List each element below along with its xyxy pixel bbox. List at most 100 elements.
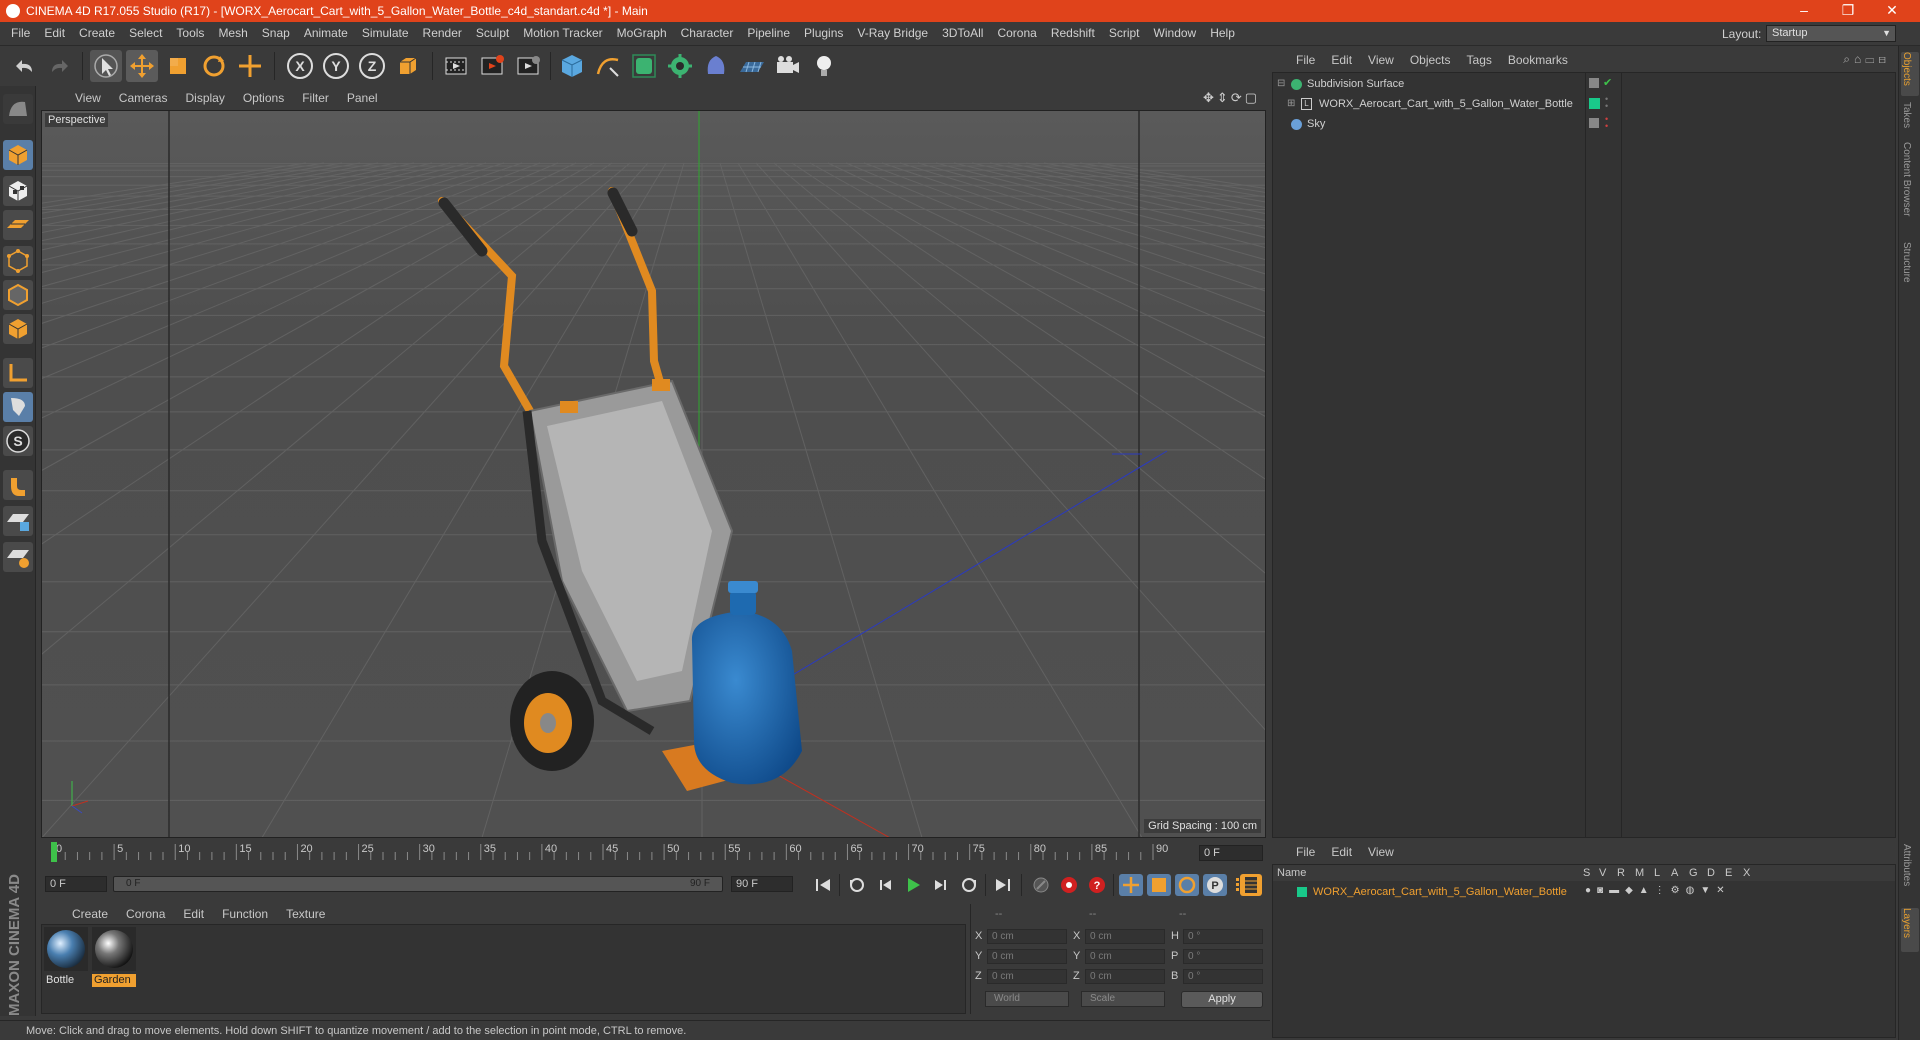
render-view-button[interactable] (440, 50, 472, 82)
viewport-menu-cameras[interactable]: Cameras (110, 91, 177, 105)
restore-button[interactable]: ❐ (1826, 0, 1870, 22)
key-scale-button[interactable] (1147, 874, 1171, 896)
tweak-mode-button[interactable] (3, 392, 33, 422)
make-editable-button[interactable] (3, 94, 33, 124)
viewport-menu-display[interactable]: Display (176, 91, 233, 105)
key-rotation-button[interactable] (1175, 874, 1199, 896)
menu-script[interactable]: Script (1102, 26, 1147, 40)
coord-rot-p-field[interactable]: 0 ° (1183, 949, 1263, 964)
material-manager[interactable]: Bottle Garden (41, 924, 966, 1014)
coordinate-system-button[interactable] (392, 50, 424, 82)
coord-mode-dropdown[interactable]: World (985, 991, 1069, 1007)
object-menu-tags[interactable]: Tags (1459, 53, 1500, 67)
menu-motion-tracker[interactable]: Motion Tracker (516, 26, 609, 40)
goto-next-key-button[interactable] (957, 874, 981, 896)
key-position-button[interactable] (1119, 874, 1143, 896)
menu-tools[interactable]: Tools (169, 26, 211, 40)
menu-help[interactable]: Help (1203, 26, 1242, 40)
coord-size-y-field[interactable]: 0 cm (1085, 949, 1165, 964)
material-bottle[interactable]: Bottle (44, 927, 88, 986)
play-button[interactable] (901, 874, 925, 896)
object-row-sky[interactable]: Sky • • (1273, 115, 1895, 134)
coord-pos-x-field[interactable]: 0 cm (987, 929, 1067, 944)
render-settings-button[interactable] (512, 50, 544, 82)
record-active-button[interactable] (1029, 874, 1053, 896)
autokey-button[interactable] (1057, 874, 1081, 896)
goto-previous-key-button[interactable] (845, 874, 869, 896)
keyframe-selection-button[interactable]: ? (1085, 874, 1109, 896)
snap-button[interactable]: S (3, 426, 33, 456)
minimize-button[interactable]: – (1782, 0, 1826, 22)
render-picture-viewer-button[interactable] (476, 50, 508, 82)
menu-window[interactable]: Window (1147, 26, 1204, 40)
tab-layers[interactable]: Layers (1901, 908, 1919, 952)
viewport-nav-icons[interactable]: ✥⇕⟳▢ (1203, 90, 1260, 106)
coord-rot-b-field[interactable]: 0 ° (1183, 969, 1263, 984)
workplane-mode-button[interactable] (3, 210, 33, 240)
object-manager-search-icon[interactable]: ⌕⌂▭⊟ (1843, 52, 1890, 67)
viewport-menu-panel[interactable]: Panel (338, 91, 387, 105)
menu-redshift[interactable]: Redshift (1044, 26, 1102, 40)
spline-pen-button[interactable] (592, 50, 624, 82)
object-menu-edit[interactable]: Edit (1323, 53, 1360, 67)
redo-button[interactable] (44, 50, 76, 82)
viewport-menu-filter[interactable]: Filter (293, 91, 338, 105)
deformer-button[interactable] (700, 50, 732, 82)
camera-button[interactable] (772, 50, 804, 82)
current-frame-field[interactable]: 0 F (1199, 845, 1263, 861)
select-tool-button[interactable] (90, 50, 122, 82)
object-row-worx-aerocart[interactable]: ⊞ L WORX_Aerocart_Cart_with_5_Gallon_Wat… (1273, 95, 1895, 114)
end-frame-field[interactable]: 90 F (731, 876, 793, 892)
object-menu-file[interactable]: File (1288, 53, 1323, 67)
menu-plugins[interactable]: Plugins (797, 26, 850, 40)
menu-edit[interactable]: Edit (37, 26, 72, 40)
coord-pos-y-field[interactable]: 0 cm (987, 949, 1067, 964)
layer-menu-edit[interactable]: Edit (1323, 845, 1360, 859)
apply-button[interactable]: Apply (1181, 991, 1263, 1008)
material-garden[interactable]: Garden (92, 927, 136, 987)
menu-animate[interactable]: Animate (297, 26, 355, 40)
menu-file[interactable]: File (4, 26, 37, 40)
coord-size-z-field[interactable]: 0 cm (1085, 969, 1165, 984)
polygons-mode-button[interactable] (3, 314, 33, 344)
tab-attributes[interactable]: Attributes (1901, 844, 1919, 902)
editor-visibility-icon[interactable] (1589, 78, 1599, 88)
coord-pos-z-field[interactable]: 0 cm (987, 969, 1067, 984)
layer-flag-icons[interactable]: ●◙▬◆▲⋮⚙◍▼✕ (1585, 885, 1731, 896)
coord-rot-h-field[interactable]: 0 ° (1183, 929, 1263, 944)
timeline-ruler[interactable]: 0 5 10 15 20 25 30 35 40 45 50 55 60 65 70 75 80 85 90 (51, 840, 1201, 864)
timeline-window-button[interactable] (1240, 874, 1262, 896)
menu-pipeline[interactable]: Pipeline (740, 26, 797, 40)
expand-icon[interactable]: ⊞ (1287, 98, 1295, 109)
edges-mode-button[interactable] (3, 280, 33, 310)
key-parameter-button[interactable]: P (1203, 874, 1227, 896)
axis-mode-button[interactable] (3, 358, 33, 388)
menu-3dtoall[interactable]: 3DToAll (935, 26, 990, 40)
menu-simulate[interactable]: Simulate (355, 26, 416, 40)
object-row-subdivision-surface[interactable]: ⊟ Subdivision Surface ✔ (1273, 75, 1895, 94)
light-button[interactable] (808, 50, 840, 82)
viewport-menu-options[interactable]: Options (234, 91, 293, 105)
object-manager[interactable]: ⊟ Subdivision Surface ✔ ⊞ L WORX_Aerocar… (1272, 72, 1896, 838)
tab-objects[interactable]: Objects (1901, 52, 1919, 96)
preview-range-slider[interactable]: 0 F 90 F (113, 876, 723, 892)
menu-select[interactable]: Select (122, 26, 169, 40)
goto-end-button[interactable] (991, 874, 1015, 896)
visibility-dots-icon[interactable]: • • (1605, 115, 1608, 131)
material-menu-corona[interactable]: Corona (117, 907, 174, 921)
z-axis-lock-button[interactable]: Z (356, 50, 388, 82)
tab-content-browser[interactable]: Content Browser (1901, 142, 1919, 232)
live-selection-button[interactable] (234, 50, 266, 82)
planar-workplane-button[interactable] (3, 542, 33, 572)
layer-color-swatch[interactable] (1297, 887, 1307, 897)
rotate-tool-button[interactable] (198, 50, 230, 82)
3d-viewport[interactable]: Perspective Grid Spacing : 100 cm (41, 110, 1266, 838)
layer-color-swatch[interactable] (1589, 98, 1600, 109)
layout-dropdown[interactable]: Startup ▼ (1766, 25, 1896, 42)
viewport-menu-view[interactable]: View (66, 91, 110, 105)
menu-create[interactable]: Create (72, 26, 122, 40)
coord-size-x-field[interactable]: 0 cm (1085, 929, 1165, 944)
model-mode-button[interactable] (3, 140, 33, 170)
material-menu-edit[interactable]: Edit (174, 907, 213, 921)
menu-v-ray-bridge[interactable]: V-Ray Bridge (850, 26, 935, 40)
